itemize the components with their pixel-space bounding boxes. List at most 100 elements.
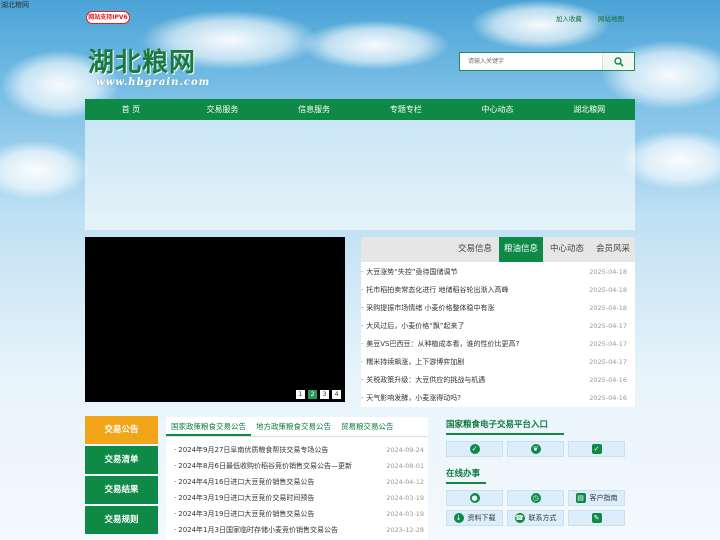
news-date: 2025-04-16 — [589, 376, 627, 384]
news-title: 采购提振市场情绪 小麦价格整体稳中有涨 — [361, 303, 494, 313]
notice-title: 2024年1月3日国家临时存储小麦竞价销售交易公告 — [174, 525, 338, 535]
notice-item[interactable]: 2024年1月3日国家临时存储小麦竞价销售交易公告 2023-12-28 — [166, 522, 428, 538]
add-favorite-link[interactable]: 加入收藏 — [556, 15, 582, 23]
banner-area — [85, 120, 635, 230]
notice-item[interactable]: 2024年3月19日进口大豆竞价销售交易公告 2024-03-19 — [166, 506, 428, 522]
sidebar-item-trade-notice[interactable]: 交易公告 — [85, 416, 158, 444]
news-title: 托市稻拍卖常态化进行 地储稻谷轮出渐入高峰 — [361, 285, 508, 295]
notice-item[interactable]: 2024年4月16日进口大豆竞价销售交易公告 2024-04-12 — [166, 474, 428, 490]
download-label: 资料下载 — [467, 514, 496, 522]
news-item[interactable]: 采购提振市场情绪 小麦价格整体稳中有涨 2025-04-18 — [361, 299, 635, 317]
slider-pagination: 1 2 3 4 — [296, 390, 341, 399]
news-item[interactable]: 糯米持续飙涨，上下游博弈加剧 2025-04-17 — [361, 353, 635, 371]
news-date: 2025-04-17 — [589, 340, 627, 348]
news-item[interactable]: 托市稻拍卖常态化进行 地储稻谷轮出渐入高峰 2025-04-18 — [361, 281, 635, 299]
notice-title: 2024年4月16日进口大豆竞价销售交易公告 — [174, 477, 314, 487]
top-links: 加入收藏 网站地图 — [542, 13, 624, 23]
news-item[interactable]: 天气影响发酵，小麦涨得动吗? 2025-04-16 — [361, 389, 635, 407]
window-title: 湖北粮网 — [1, 1, 29, 9]
sidebar-item-trade-rules[interactable]: 交易规则 — [85, 506, 158, 534]
nav-home[interactable]: 首 页 — [85, 99, 177, 120]
slider-page-3[interactable]: 3 — [320, 390, 329, 399]
logo-url: www.hbgrain.com — [96, 77, 211, 88]
notice-date: 2024-03-19 — [386, 510, 424, 518]
search-button[interactable] — [602, 53, 634, 70]
customer-guide-label: 客户指南 — [589, 494, 618, 502]
news-title: 美豆VS巴西豆：从种植成本看，谁的性价比更高? — [361, 339, 519, 349]
notice-date: 2024-03-19 — [386, 494, 424, 502]
query-service-button[interactable]: ◷ — [507, 490, 564, 506]
news-date: 2025-04-18 — [589, 268, 627, 276]
user-service-button[interactable]: ● — [446, 490, 503, 506]
logo-text: 湖北粮网 — [88, 48, 197, 78]
news-date: 2025-04-17 — [589, 358, 627, 366]
nav-hubei-grain[interactable]: 湖北粮网 — [543, 99, 635, 120]
notice-panel: 国家政策粮食交易公告 地方政策粮食交易公告 贸易粮交易公告 2024年9月27日… — [166, 417, 428, 540]
customer-guide-button[interactable]: ▤ 客户指南 — [568, 490, 625, 506]
notice-tabs: 国家政策粮食交易公告 地方政策粮食交易公告 贸易粮交易公告 — [166, 417, 428, 437]
slider-page-2[interactable]: 2 — [308, 390, 317, 399]
search-box — [459, 52, 635, 71]
edit-icon: ✎ — [591, 513, 602, 523]
news-date: 2025-04-18 — [589, 304, 627, 312]
slider-page-4[interactable]: 4 — [332, 390, 341, 399]
tab-trade-grain-notice[interactable]: 贸易粮交易公告 — [336, 417, 399, 436]
nav-center-news[interactable]: 中心动态 — [452, 99, 544, 120]
check-icon: ✓ — [469, 444, 480, 454]
online-service-title: 在线办事 — [446, 466, 486, 484]
video-slider[interactable]: 1 2 3 4 — [85, 237, 345, 402]
news-item[interactable]: 大风过后，小麦价格“飘”起来了 2025-04-17 — [361, 317, 635, 335]
notice-item[interactable]: 2024年8月6日最低收购价稻谷竞价销售交易公告—更新 2024-08-01 — [166, 458, 428, 474]
sitemap-link[interactable]: 网站地图 — [598, 15, 624, 23]
news-date: 2025-04-18 — [589, 286, 627, 294]
tab-local-policy-notice[interactable]: 地方政策粮食交易公告 — [251, 417, 336, 436]
contact-button[interactable]: ☎ 联系方式 — [507, 510, 564, 526]
news-panel: 交易信息 粮油信息 中心动态 会员风采 大豆涨势“失控”亟待国储调节 2025-0… — [361, 237, 635, 407]
notice-title: 2024年8月6日最低收购价稻谷竞价销售交易公告—更新 — [174, 461, 352, 471]
search-input[interactable] — [460, 53, 602, 70]
leaf-icon: ❦ — [530, 444, 541, 454]
news-item[interactable]: 关税政策升级：大豆供应的挑战与机遇 2025-04-16 — [361, 371, 635, 389]
news-date: 2025-04-17 — [589, 322, 627, 330]
nav-special-topics[interactable]: 专题专栏 — [360, 99, 452, 120]
notice-title: 2024年9月27日阜南优质粮食帮扶交易专场公告 — [174, 445, 328, 455]
sidebar-item-trade-list[interactable]: 交易清单 — [85, 446, 158, 474]
news-item[interactable]: 大豆涨势“失控”亟待国储调节 2025-04-18 — [361, 263, 635, 281]
news-title: 糯米持续飙涨，上下游博弈加剧 — [361, 357, 464, 367]
user-icon: ● — [469, 493, 480, 503]
tab-center-news[interactable]: 中心动态 — [545, 237, 589, 262]
nav-trade-service[interactable]: 交易服务 — [177, 99, 269, 120]
news-tabs: 交易信息 粮油信息 中心动态 会员风采 — [361, 237, 635, 262]
notice-date: 2023-12-28 — [386, 526, 424, 534]
notice-date: 2024-04-12 — [386, 478, 424, 486]
tab-trade-info[interactable]: 交易信息 — [453, 237, 497, 262]
ipv6-badge: 网站支持IPV6 — [86, 11, 130, 24]
guide-icon: ▤ — [575, 493, 586, 503]
news-list: 大豆涨势“失控”亟待国储调节 2025-04-18 托市稻拍卖常态化进行 地储稻谷… — [361, 262, 635, 407]
trade-sidebar: 交易公告 交易清单 交易结果 交易规则 — [85, 416, 158, 536]
notice-item[interactable]: 2024年9月27日阜南优质粮食帮扶交易专场公告 2024-09-24 — [166, 442, 428, 458]
tab-member-showcase[interactable]: 会员风采 — [591, 237, 635, 262]
main-nav: 首 页 交易服务 信息服务 专题专栏 中心动态 湖北粮网 — [85, 99, 635, 120]
sidebar-item-trade-result[interactable]: 交易结果 — [85, 476, 158, 504]
platform-entry-1[interactable]: ✓ — [446, 441, 503, 457]
download-icon: ↓ — [453, 513, 464, 523]
slider-page-1[interactable]: 1 — [296, 390, 305, 399]
platform-entry-3[interactable]: ✓ — [568, 441, 625, 457]
site-logo[interactable]: 湖北粮网 www.hbgrain.com — [88, 42, 210, 88]
clock-icon: ◷ — [530, 493, 541, 503]
notice-title: 2024年3月19日进口大豆竞价销售交易公告 — [174, 509, 314, 519]
notice-title: 2024年3月19日进口大豆竞价交易时间预告 — [174, 493, 314, 503]
news-item[interactable]: 美豆VS巴西豆：从种植成本看，谁的性价比更高? 2025-04-17 — [361, 335, 635, 353]
contact-label: 联系方式 — [528, 514, 557, 522]
tab-national-policy-notice[interactable]: 国家政策粮食交易公告 — [166, 417, 251, 436]
download-button[interactable]: ↓ 资料下载 — [446, 510, 503, 526]
phone-icon: ☎ — [514, 513, 525, 523]
tab-grain-oil-info[interactable]: 粮油信息 — [499, 237, 543, 262]
notice-item[interactable]: 2024年3月19日进口大豆竞价交易时间预告 2024-03-19 — [166, 490, 428, 506]
nav-info-service[interactable]: 信息服务 — [268, 99, 360, 120]
search-icon — [613, 56, 624, 67]
platform-section: 国家粮食电子交易平台入口 ✓ ❦ ✓ 在线办事 ● ◷ ▤ 客户指南 ↓ 资料下载 … — [446, 417, 636, 526]
platform-entry-2[interactable]: ❦ — [507, 441, 564, 457]
edit-service-button[interactable]: ✎ — [568, 510, 625, 526]
